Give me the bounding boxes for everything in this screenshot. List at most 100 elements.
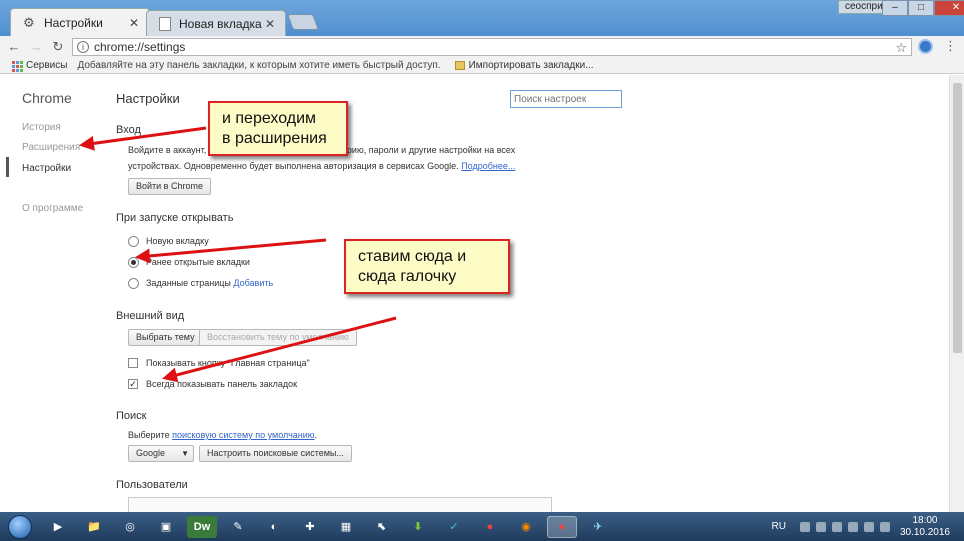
maximize-button[interactable]: □ xyxy=(908,0,934,16)
tab-settings[interactable]: ⚙ Настройки ✕ xyxy=(10,8,150,36)
bookmarks-bar-checkbox[interactable]: ✓ xyxy=(128,379,138,389)
page-title: Настройки xyxy=(116,91,180,106)
signin-text-b: сторию, пароли и другие настройки на все… xyxy=(333,145,516,155)
extension-icon[interactable] xyxy=(918,39,933,54)
gear-icon: ⚙ xyxy=(23,14,35,30)
title-bar: ⚙ Настройки ✕ Новая вкладка ✕ сеоспринт … xyxy=(0,0,964,36)
callout-checkmarks: ставим сюда и сюда галочку xyxy=(344,239,510,294)
taskbar-app-notes-icon[interactable]: ✎ xyxy=(223,516,253,538)
clock-date: 30.10.2016 xyxy=(899,526,950,538)
reload-icon[interactable]: ↻ xyxy=(50,39,66,55)
taskbar-app-chrome-active-icon[interactable]: ● xyxy=(547,515,577,538)
callout-text-line1: и переходим xyxy=(222,110,317,127)
reset-theme-button[interactable]: Восстановить тему по умолчанию xyxy=(199,329,357,346)
signin-more-link[interactable]: Подробнее... xyxy=(461,161,515,171)
callout-text-line2: сюда галочку xyxy=(358,268,457,285)
tray-icon[interactable] xyxy=(799,521,810,532)
close-tab-icon[interactable]: ✕ xyxy=(129,16,139,30)
tray-icon[interactable] xyxy=(831,521,842,532)
taskbar-app-icon[interactable]: ✈ xyxy=(583,516,613,538)
signin-heading: Вход xyxy=(116,124,141,136)
taskbar-app-icon[interactable]: ⬉ xyxy=(367,516,397,538)
close-window-button[interactable]: ✕ xyxy=(934,0,964,16)
taskbar-app-dreamweaver-icon[interactable]: Dw xyxy=(187,515,217,538)
startup-radio-previous-tabs[interactable] xyxy=(128,257,139,268)
windows-logo-icon xyxy=(8,514,32,539)
signin-text-line2: устройствах. Одновременно будет выполнен… xyxy=(128,159,515,173)
bookmark-star-icon[interactable]: ☆ xyxy=(895,40,907,56)
add-pages-link[interactable]: Добавить xyxy=(233,278,273,288)
clock[interactable]: 18:00 30.10.2016 xyxy=(900,515,950,539)
toolbar: ← → ↻ i chrome://settings ☆ xyxy=(0,36,964,58)
bookmarks-prompt: Добавляйте на эту панель закладки, к кот… xyxy=(77,60,441,71)
volume-icon[interactable] xyxy=(879,521,890,532)
taskbar-app-firefox-icon[interactable]: ◉ xyxy=(511,516,541,538)
startup-radio-pages[interactable] xyxy=(128,278,139,289)
taskbar-app-chrome-icon[interactable]: ● xyxy=(475,516,505,538)
sidebar-brand: Chrome xyxy=(22,90,72,106)
address-bar[interactable]: i chrome://settings ☆ xyxy=(72,38,912,56)
search-heading: Поиск xyxy=(116,410,147,422)
language-indicator[interactable]: RU xyxy=(771,521,785,532)
appearance-heading: Внешний вид xyxy=(116,310,185,322)
callout-text-line1: ставим сюда и xyxy=(358,248,467,265)
tab-new-tab[interactable]: Новая вкладка ✕ xyxy=(146,10,286,36)
forward-arrow-icon[interactable]: → xyxy=(28,39,44,55)
search-settings-input[interactable] xyxy=(510,90,622,108)
search-text-suffix: . xyxy=(314,430,318,440)
manage-search-engines-button[interactable]: Настроить поисковые системы... xyxy=(199,445,352,462)
search-text-prefix: Выберите xyxy=(128,430,170,440)
search-engine-select[interactable]: Google ▼ xyxy=(128,445,194,462)
home-button-checkbox[interactable] xyxy=(128,358,138,368)
bookmarks-bar-label: Всегда показывать панель закладок xyxy=(146,379,298,389)
tray-icons xyxy=(799,521,890,532)
search-text: Выберите поисковую систему по умолчанию. xyxy=(128,428,317,442)
url-text[interactable]: chrome://settings xyxy=(94,40,185,54)
home-button-label: Показывать кнопку "Главная страница" xyxy=(146,358,310,368)
taskbar-app-icon[interactable]: ▦ xyxy=(331,516,361,538)
taskbar-app-media-icon[interactable]: ▶ xyxy=(43,516,73,538)
taskbar-app-download-icon[interactable]: ⬇ xyxy=(403,516,433,538)
taskbar-app-icon[interactable]: ✚ xyxy=(295,516,325,538)
menu-icon[interactable]: ⋮ xyxy=(944,38,957,54)
start-button[interactable] xyxy=(0,512,40,541)
window-controls: – □ ✕ xyxy=(882,0,964,16)
settings-sidebar: Chrome История Расширения Настройки О пр… xyxy=(0,75,100,512)
import-bookmarks-link[interactable]: Импортировать закладки... xyxy=(469,60,594,71)
services-link[interactable]: Сервисы xyxy=(26,60,67,71)
page-scrollbar[interactable] xyxy=(949,75,964,512)
new-tab-button[interactable] xyxy=(287,14,319,30)
startup-option-label: Заданные страницы Добавить xyxy=(146,278,273,288)
tab-label: Настройки xyxy=(44,15,103,30)
info-icon[interactable]: i xyxy=(77,41,89,53)
sidebar-item-about[interactable]: О программе xyxy=(22,203,83,214)
choose-theme-button[interactable]: Выбрать тему xyxy=(128,329,203,346)
close-tab-icon[interactable]: ✕ xyxy=(265,17,275,31)
minimize-button[interactable]: – xyxy=(882,0,908,16)
users-list xyxy=(128,497,552,512)
tray-icon[interactable] xyxy=(815,521,826,532)
dropdown-caret-icon: ▼ xyxy=(181,449,189,458)
taskbar-app-icon[interactable]: ▣ xyxy=(151,516,181,538)
active-item-marker xyxy=(6,157,9,177)
back-arrow-icon[interactable]: ← xyxy=(6,39,22,55)
callout-text-line2: в расширения xyxy=(222,130,327,147)
apps-grid-icon[interactable] xyxy=(12,60,23,72)
search-engine-link[interactable]: поисковую систему по умолчанию xyxy=(172,430,314,440)
sidebar-item-extensions[interactable]: Расширения xyxy=(22,142,80,153)
network-icon[interactable] xyxy=(863,521,874,532)
tray-icon[interactable] xyxy=(847,521,858,532)
sidebar-item-history[interactable]: История xyxy=(22,122,61,133)
taskbar-app-explorer-icon[interactable]: 📁 xyxy=(79,516,109,538)
startup-radio-new-tab[interactable] xyxy=(128,236,139,247)
taskbar-app-icon[interactable]: ◐ xyxy=(259,516,289,538)
folder-icon xyxy=(454,61,465,70)
sidebar-item-settings[interactable]: Настройки xyxy=(22,163,71,174)
taskbar-app-icon[interactable]: ◎ xyxy=(115,516,145,538)
scroll-thumb[interactable] xyxy=(953,83,962,353)
tab-label: Новая вкладка xyxy=(179,16,262,31)
windows-taskbar: ▶ 📁 ◎ ▣ Dw ✎ ◐ ✚ ▦ ⬉ ⬇ ✓ ● ◉ ● ✈ RU 18:0… xyxy=(0,512,964,541)
startup-option-label: Новую вкладку xyxy=(146,236,209,246)
taskbar-app-check-icon[interactable]: ✓ xyxy=(439,516,469,538)
signin-chrome-button[interactable]: Войти в Chrome xyxy=(128,178,211,195)
